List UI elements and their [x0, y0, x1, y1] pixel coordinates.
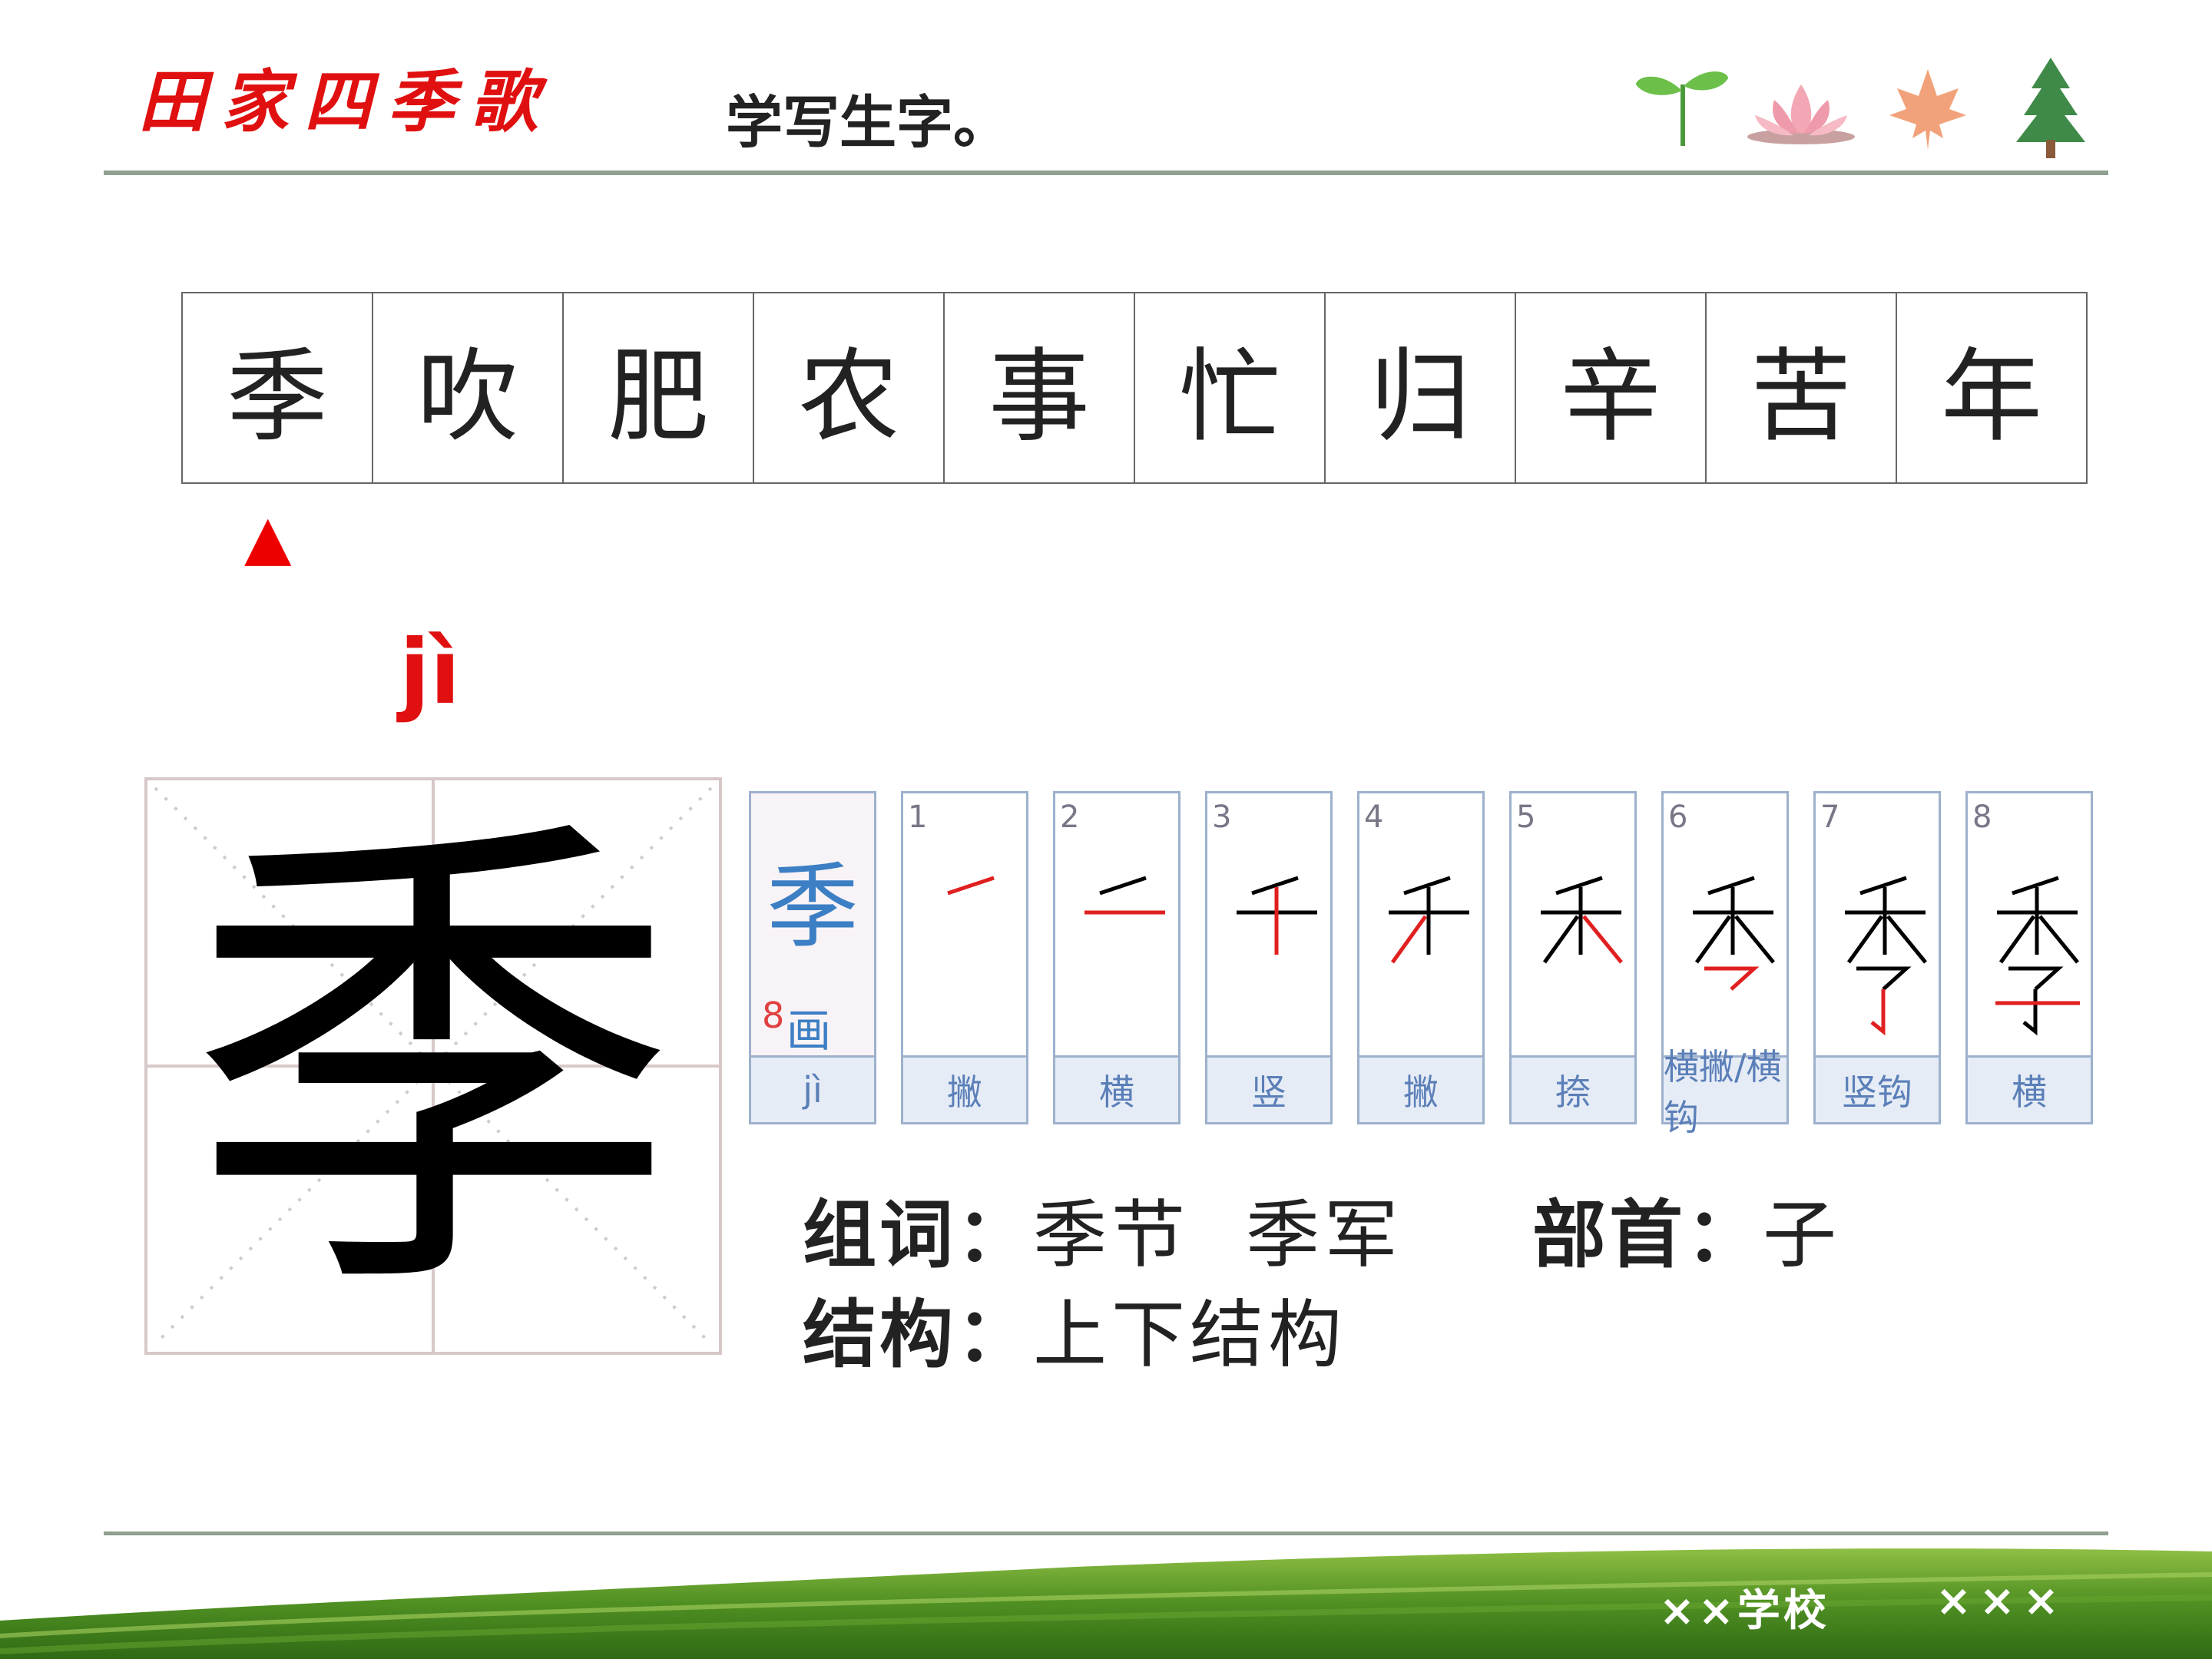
stroke-number: 6 [1668, 800, 1688, 835]
character-cell[interactable]: 事 [945, 293, 1135, 482]
stroke-name: 捺 [1512, 1055, 1634, 1122]
footer-school: ××学校 [1659, 1586, 1830, 1636]
lesson-subtitle: 学写生字。 [726, 90, 1010, 156]
selected-marker-icon: ▲ [244, 502, 292, 573]
header-divider [104, 171, 2108, 175]
stroke-diagram [1237, 876, 1317, 955]
character-cell[interactable]: 归 [1326, 293, 1516, 482]
stroke-number: 5 [1516, 800, 1536, 835]
stroke-name: 横 [1968, 1055, 2091, 1122]
stroke-name: 撇 [1359, 1055, 1482, 1122]
stroke-diagram [1845, 876, 1927, 1036]
words-label: 组词： [803, 1192, 1033, 1278]
season-icons [1636, 58, 2085, 158]
stroke-number: 2 [1060, 800, 1080, 835]
grass-banner [0, 1548, 2212, 1659]
character-cell[interactable]: 吹 [373, 293, 564, 482]
stroke-number: 3 [1212, 800, 1232, 835]
character-cell[interactable]: 肥 [564, 293, 754, 482]
maple-leaf-icon [1889, 69, 1966, 150]
sprout-icon [1636, 71, 1728, 146]
stroke-number: 1 [908, 800, 928, 835]
stroke-diagram [1995, 876, 2080, 1036]
stroke-diagram [1693, 876, 1775, 991]
summary-character: 季 [767, 854, 859, 961]
stroke-card[interactable]: 7 竖钩 [1813, 791, 1941, 1124]
stroke-summary-card: 季 8 画 jì [749, 791, 876, 1124]
stroke-number: 7 [1820, 800, 1840, 835]
stroke-diagram [947, 876, 995, 896]
stroke-card[interactable]: 5 捺 [1509, 791, 1637, 1124]
stroke-name: 竖钩 [1816, 1055, 1939, 1122]
big-character: 季 [187, 780, 679, 1352]
character-strip: 季 吹 肥 农 事 忙 归 辛 苦 年 [181, 292, 2088, 484]
stroke-number: 4 [1364, 800, 1384, 835]
stroke-card[interactable]: 8 横 [1965, 791, 2093, 1124]
stroke-card[interactable]: 4 撇 [1357, 791, 1485, 1124]
lesson-title: 田家四季歌 [138, 61, 554, 141]
words-value: 季节 季军 [1033, 1192, 1403, 1278]
character-cell[interactable]: 农 [754, 293, 945, 482]
character-cell[interactable]: 苦 [1707, 293, 1897, 482]
stroke-total-label: 画 [786, 1005, 832, 1057]
summary-pinyin: jì [751, 1055, 874, 1122]
pinyin-label: jì [399, 621, 461, 724]
stroke-name: 撇 [903, 1055, 1026, 1122]
stroke-card[interactable]: 2 横 [1053, 791, 1181, 1124]
stroke-name: 横 [1055, 1055, 1178, 1122]
stroke-diagram [1541, 876, 1623, 964]
stroke-name: 横撇/横钩 [1664, 1046, 1786, 1138]
character-cell[interactable]: 辛 [1516, 293, 1707, 482]
stroke-diagram [1084, 876, 1165, 915]
radical-label: 部首： [1532, 1192, 1763, 1278]
stroke-card[interactable]: 1 撇 [901, 791, 1028, 1124]
lotus-icon [1747, 84, 1855, 144]
stroke-card[interactable]: 3 竖 [1205, 791, 1333, 1124]
radical-row: 部首：子 [1532, 1175, 1841, 1282]
stroke-count: 8 [762, 995, 785, 1036]
footer-suffix: ××× [1936, 1576, 2067, 1626]
structure-value: 上下结构 [1033, 1292, 1346, 1378]
radical-value: 子 [1763, 1192, 1841, 1278]
stroke-number: 8 [1972, 800, 1992, 835]
character-cell[interactable]: 忙 [1135, 293, 1326, 482]
character-cell[interactable]: 季 [183, 293, 373, 482]
stroke-card[interactable]: 6 横撇/横钩 [1661, 791, 1789, 1138]
words-row: 组词：季节 季军 [803, 1175, 1402, 1282]
structure-label: 结构： [803, 1292, 1033, 1378]
stroke-diagram [1389, 876, 1469, 964]
character-cell[interactable]: 年 [1897, 293, 2086, 482]
stroke-name: 竖 [1207, 1055, 1330, 1122]
structure-row: 结构：上下结构 [803, 1275, 1346, 1382]
pine-tree-icon [2016, 58, 2085, 158]
